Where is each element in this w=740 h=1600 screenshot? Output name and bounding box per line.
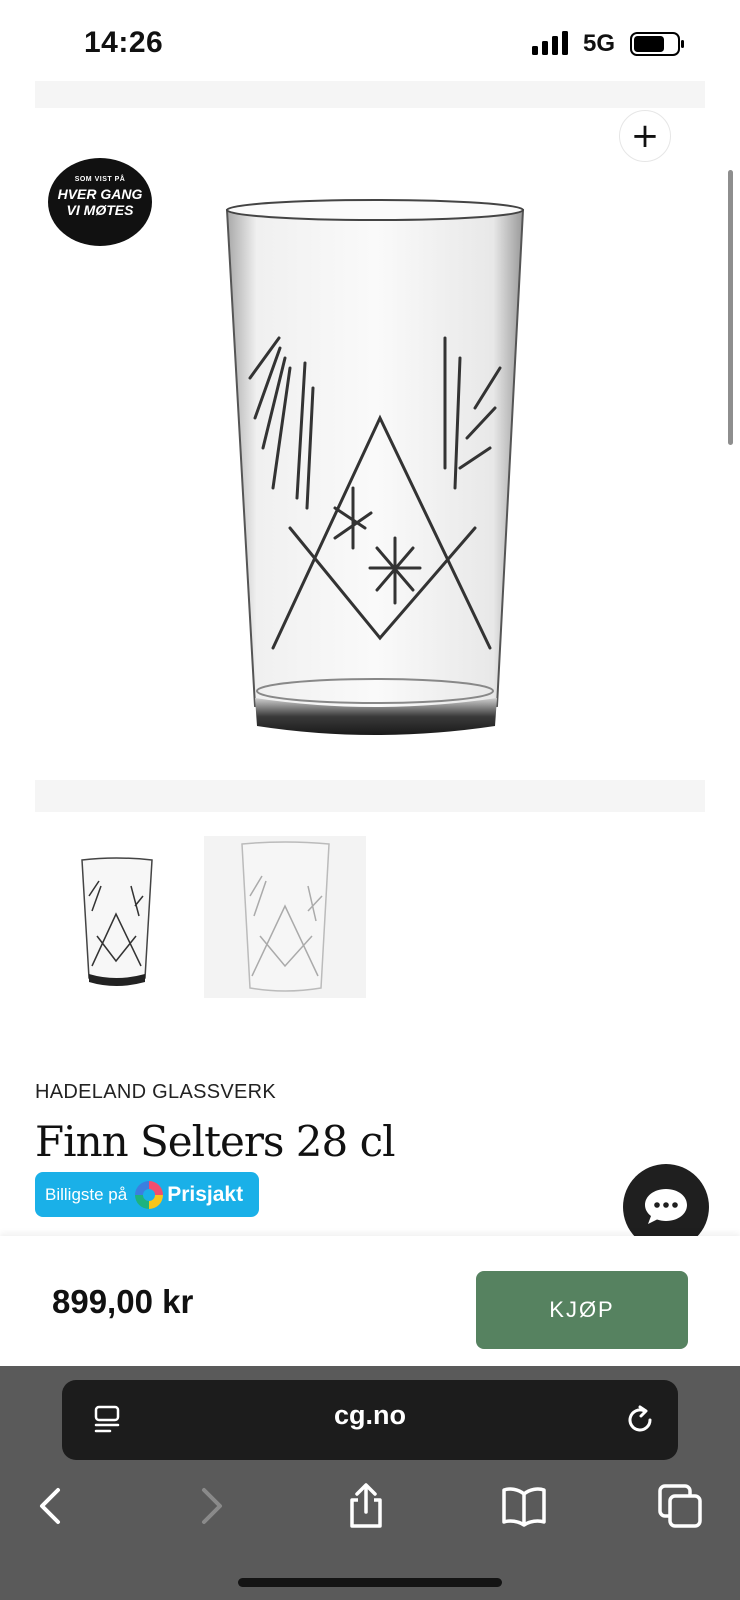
battery-icon	[630, 32, 684, 56]
thumbnail-2[interactable]	[204, 836, 366, 998]
forward-icon[interactable]	[186, 1482, 234, 1530]
status-bar: 14:26 5G	[0, 0, 740, 80]
network-type: 5G	[583, 30, 616, 57]
gallery-top-band	[35, 81, 705, 108]
gallery-bottom-band	[35, 780, 705, 812]
prisjakt-logo-icon	[135, 1180, 164, 1209]
tv-badge: SOM VIST PÅ HVER GANG VI MØTES	[48, 158, 152, 246]
scroll-indicator	[728, 170, 733, 445]
back-icon[interactable]	[28, 1482, 76, 1530]
product-price: 899,00 kr	[52, 1283, 194, 1320]
share-icon[interactable]	[342, 1482, 390, 1530]
thumbnail-glass-image	[81, 857, 153, 986]
prisjakt-badge[interactable]: Billigste på Prisjakt	[35, 1172, 259, 1217]
plus-icon: +	[630, 116, 660, 156]
prisjakt-name: Prisjakt	[167, 1182, 244, 1206]
status-time: 14:26	[84, 26, 164, 59]
reload-icon[interactable]	[624, 1404, 656, 1436]
product-title: Finn Selters 28 cl	[35, 1117, 396, 1166]
chat-icon	[645, 1189, 687, 1224]
home-indicator	[238, 1578, 502, 1587]
product-brand[interactable]: HADELAND GLASSVERK	[35, 1081, 276, 1104]
thumbnail-glass-image	[241, 841, 330, 992]
badge-small-text: SOM VIST PÅ	[74, 176, 126, 183]
buy-button[interactable]: KJØP	[476, 1271, 688, 1349]
tabs-icon[interactable]	[656, 1482, 704, 1530]
badge-line-1: HVER GANG	[57, 186, 143, 202]
prisjakt-prefix: Billigste på	[45, 1184, 128, 1204]
signal-icon	[532, 31, 568, 55]
bookmarks-icon[interactable]	[500, 1482, 548, 1530]
zoom-button[interactable]: +	[619, 110, 671, 162]
thumbnail-1[interactable]	[35, 836, 197, 998]
badge-line-2: VI MØTES	[66, 202, 134, 218]
